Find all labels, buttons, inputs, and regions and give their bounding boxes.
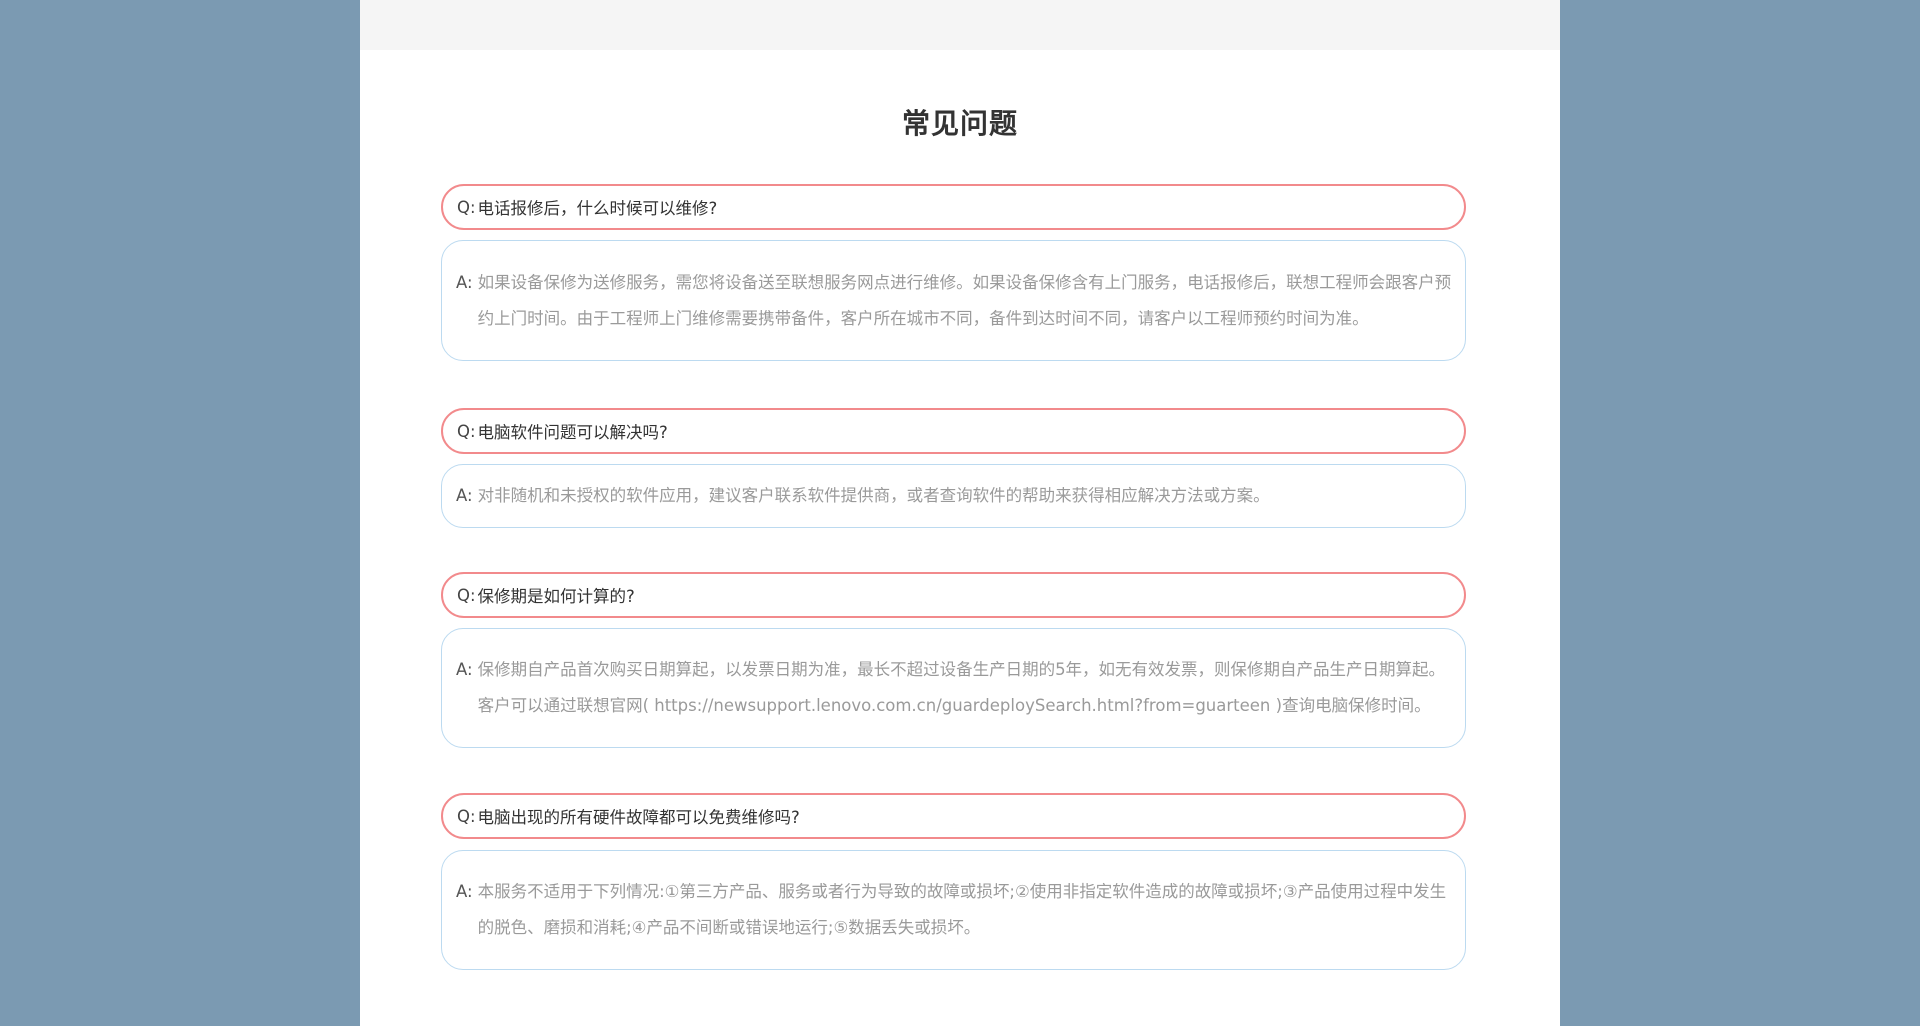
answer-label: A: <box>456 272 473 292</box>
faq-answer-4: A: 本服务不适用于下列情况:①第三方产品、服务或者行为导致的故障或损坏;②使用… <box>441 850 1466 970</box>
answer-label: A: <box>456 486 473 505</box>
answer-row: A: 如果设备保修为送修服务，需您将设备送至联想服务网点进行维修。如果设备保修含… <box>456 265 1453 337</box>
question-text: 保修期是如何计算的? <box>477 587 635 606</box>
faq-question-2[interactable]: Q: 电脑软件问题可以解决吗? <box>441 408 1466 454</box>
page-title: 常见问题 <box>901 107 1018 140</box>
answer-label: A: <box>456 660 473 679</box>
answer-row: A: 保修期自产品首次购买日期算起，以发票日期为准，最长不超过设备生产日期的5年… <box>456 652 1453 724</box>
answer-label: A: <box>456 882 473 901</box>
faq-question-4[interactable]: Q: 电脑出现的所有硬件故障都可以免费维修吗? <box>441 793 1466 839</box>
answer-text: 对非随机和未授权的软件应用，建议客户联系软件提供商，或者查询软件的帮助来获得相应… <box>477 486 1270 505</box>
faq-panel: 常见问题 Q: 电话报修后，什么时候可以维修? A: 如果设备保修为送修服务，需… <box>360 0 1560 1026</box>
question-text: 电话报修后，什么时候可以维修? <box>477 199 718 218</box>
faq-answer-3: A: 保修期自产品首次购买日期算起，以发票日期为准，最长不超过设备生产日期的5年… <box>441 628 1466 748</box>
faq-question-3[interactable]: Q: 保修期是如何计算的? <box>441 572 1466 618</box>
faq-question-1[interactable]: Q: 电话报修后，什么时候可以维修? <box>441 184 1466 230</box>
question-text: 电脑出现的所有硬件故障都可以免费维修吗? <box>477 808 800 827</box>
faq-answer-1: A: 如果设备保修为送修服务，需您将设备送至联想服务网点进行维修。如果设备保修含… <box>441 240 1466 361</box>
question-label: Q: <box>457 421 476 441</box>
answer-row: A: 对非随机和未授权的软件应用，建议客户联系软件提供商，或者查询软件的帮助来获… <box>456 478 1453 514</box>
question-label: Q: <box>457 197 476 217</box>
faq-answer-2: A: 对非随机和未授权的软件应用，建议客户联系软件提供商，或者查询软件的帮助来获… <box>441 464 1466 528</box>
answer-text: 本服务不适用于下列情况:①第三方产品、服务或者行为导致的故障或损坏;②使用非指定… <box>477 882 1447 937</box>
question-label: Q: <box>457 585 476 605</box>
question-label: Q: <box>457 806 476 826</box>
answer-row: A: 本服务不适用于下列情况:①第三方产品、服务或者行为导致的故障或损坏;②使用… <box>456 874 1453 946</box>
answer-text: 保修期自产品首次购买日期算起，以发票日期为准，最长不超过设备生产日期的5年，如无… <box>477 660 1446 715</box>
answer-text: 如果设备保修为送修服务，需您将设备送至联想服务网点进行维修。如果设备保修含有上门… <box>477 272 1452 328</box>
top-strip <box>360 0 1560 50</box>
question-text: 电脑软件问题可以解决吗? <box>477 423 668 442</box>
